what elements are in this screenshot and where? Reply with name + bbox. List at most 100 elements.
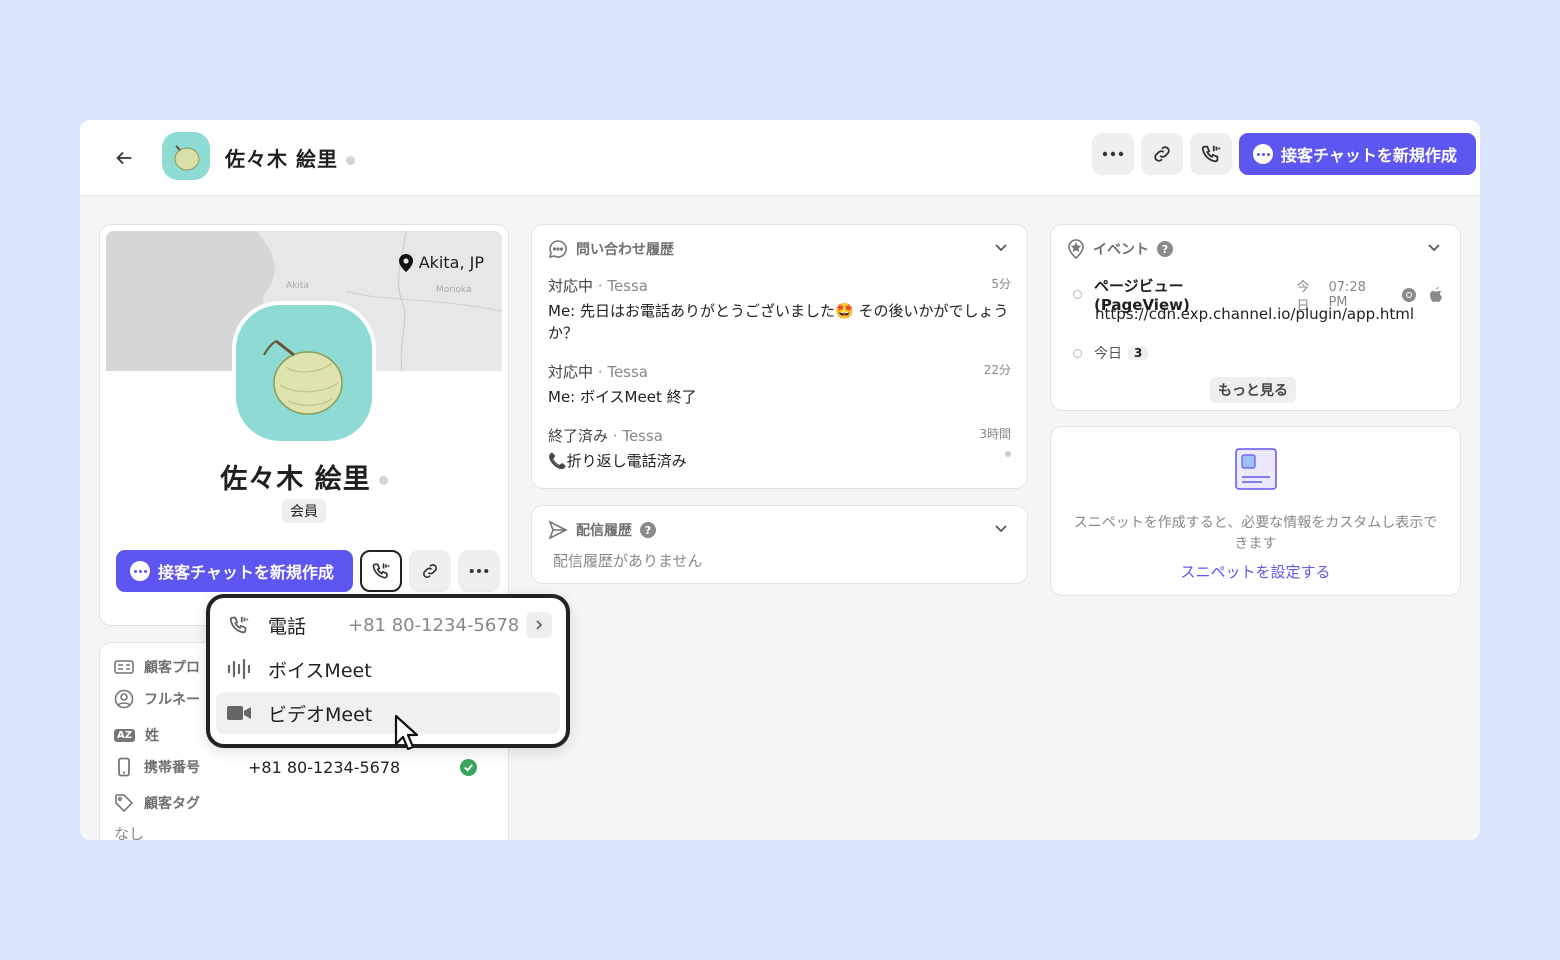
profile-call-button[interactable] bbox=[360, 550, 402, 592]
menu-item-label: ボイスMeet bbox=[268, 659, 372, 682]
attribute-row-mobile[interactable]: 携帯番号 +81 80-1234-5678 bbox=[114, 757, 494, 777]
chat-bubble-icon bbox=[548, 240, 567, 259]
timeline-dot bbox=[1073, 290, 1082, 299]
inquiry-assignee: · Tessa bbox=[597, 277, 648, 295]
attribute-label: 携帯番号 bbox=[144, 760, 200, 776]
attribute-row-tags[interactable]: 顧客タグ bbox=[114, 793, 200, 813]
inquiry-history-title: 問い合わせ履歴 bbox=[548, 239, 674, 259]
chat-icon bbox=[130, 561, 150, 581]
new-chat-label: 接客チャットを新規作成 bbox=[1281, 146, 1457, 165]
inquiry-status: 対応中 bbox=[548, 277, 594, 295]
delivery-history-title: 配信履歴 ? bbox=[548, 520, 656, 540]
id-card-icon bbox=[114, 660, 134, 674]
help-icon[interactable]: ? bbox=[1157, 241, 1173, 257]
profile-more-button[interactable] bbox=[458, 550, 500, 592]
inquiry-history-card: 問い合わせ履歴 対応中 · Tessa 5分 Me: 先日はお電話ありがとうござい… bbox=[531, 224, 1028, 489]
events-card: イベント ? ページビュー (PageView) 今日 07:28 PM htt… bbox=[1050, 224, 1461, 411]
profile-avatar[interactable] bbox=[232, 301, 376, 445]
location-pin-icon bbox=[398, 253, 413, 272]
inquiry-time: 5分 bbox=[991, 277, 1011, 291]
map-label-morioka: Morioka bbox=[436, 285, 472, 295]
attribute-label: 姓 bbox=[145, 728, 159, 744]
call-button[interactable] bbox=[1190, 133, 1232, 175]
chrome-icon bbox=[1402, 287, 1417, 302]
inquiry-history-title-text: 問い合わせ履歴 bbox=[576, 242, 674, 258]
more-horizontal-icon bbox=[469, 569, 489, 573]
event-group[interactable]: 今日 3 bbox=[1073, 343, 1149, 363]
back-button[interactable] bbox=[108, 142, 140, 174]
snippet-card: スニペットを作成すると、必要な情報をカスタムし表示できます スニペットを設定する bbox=[1050, 426, 1461, 596]
member-badge: 会員 bbox=[282, 499, 326, 523]
snippet-illustration-icon bbox=[1235, 448, 1277, 490]
mouse-cursor-icon bbox=[394, 714, 419, 751]
link-icon bbox=[1154, 146, 1170, 162]
phone-number: +81 80-1234-5678 bbox=[348, 614, 520, 636]
chevron-down-icon[interactable] bbox=[1426, 239, 1442, 255]
header: 佐々木 絵里 接客チャットを新規作成 bbox=[80, 120, 1480, 196]
chevron-down-icon[interactable] bbox=[993, 239, 1009, 255]
attribute-label: フルネー bbox=[144, 692, 200, 708]
inquiry-item[interactable]: 対応中 · Tessa 5分 Me: 先日はお電話ありがとうございました🤩 その後… bbox=[548, 275, 1011, 344]
menu-item-phone[interactable]: 電話 +81 80-1234-5678 bbox=[216, 604, 560, 646]
customer-name: 佐々木 絵里 bbox=[225, 143, 355, 172]
inquiry-assignee: · Tessa bbox=[597, 363, 648, 381]
profile-card: Akita Morioka Akita, JP 佐々木 絵里 会員 接客チャット… bbox=[99, 224, 509, 626]
unread-dot bbox=[1005, 451, 1011, 457]
mobile-icon bbox=[118, 757, 130, 777]
phone-icon bbox=[1201, 145, 1221, 163]
profile-name: 佐々木 絵里 bbox=[100, 457, 508, 496]
melon-icon bbox=[263, 339, 343, 415]
see-more-button[interactable]: もっと見る bbox=[1210, 377, 1296, 403]
tag-icon bbox=[115, 794, 134, 813]
inquiry-time: 22分 bbox=[983, 363, 1011, 377]
delivery-history-card: 配信履歴 ? 配信履歴がありません bbox=[531, 505, 1028, 584]
user-circle-icon bbox=[114, 689, 134, 709]
apple-icon bbox=[1430, 286, 1443, 302]
event-url[interactable]: https://cdn.exp.channel.io/plugin/app.ht… bbox=[1095, 305, 1414, 323]
more-horizontal-icon bbox=[1102, 151, 1124, 157]
attributes-section-label: 顧客プロ bbox=[144, 660, 200, 676]
arrow-left-icon bbox=[116, 151, 132, 165]
chevron-right-icon[interactable] bbox=[526, 612, 552, 638]
inquiry-item[interactable]: 終了済み · Tessa 3時間 📞折り返し電話済み bbox=[548, 425, 1011, 472]
inquiry-item[interactable]: 対応中 · Tessa 22分 Me: ボイスMeet 終了 bbox=[548, 361, 1011, 408]
event-count-badge: 3 bbox=[1128, 346, 1149, 360]
attribute-row-fullname[interactable]: フルネー bbox=[114, 689, 200, 709]
snippet-description: スニペットを作成すると、必要な情報をカスタムし表示できます bbox=[1073, 515, 1438, 552]
status-dot bbox=[345, 156, 355, 165]
inquiry-message: 📞折り返し電話済み bbox=[548, 452, 687, 470]
inquiry-status: 対応中 bbox=[548, 363, 594, 381]
attribute-row-lastname[interactable]: AZ 姓 bbox=[114, 725, 159, 745]
event-pin-icon bbox=[1068, 239, 1084, 259]
link-icon bbox=[423, 564, 437, 578]
status-dot bbox=[378, 476, 388, 485]
verified-check-icon bbox=[460, 758, 477, 776]
melon-icon bbox=[174, 145, 200, 171]
snippet-setup-link[interactable]: スニペットを設定する bbox=[1051, 561, 1460, 582]
inquiry-time: 3時間 bbox=[979, 427, 1011, 441]
voice-wave-icon bbox=[227, 658, 251, 680]
profile-new-chat-button[interactable]: 接客チャットを新規作成 bbox=[116, 550, 353, 592]
more-button[interactable] bbox=[1092, 133, 1134, 175]
menu-item-voice-meet[interactable]: ボイスMeet bbox=[216, 648, 560, 690]
chevron-down-icon[interactable] bbox=[993, 520, 1009, 536]
help-icon[interactable]: ? bbox=[640, 522, 656, 538]
menu-item-label: 電話 bbox=[268, 615, 307, 638]
location-label: Akita, JP bbox=[398, 253, 484, 272]
avatar[interactable] bbox=[162, 132, 210, 180]
profile-link-button[interactable] bbox=[409, 550, 451, 592]
new-chat-button[interactable]: 接客チャットを新規作成 bbox=[1239, 133, 1476, 175]
link-button[interactable] bbox=[1141, 133, 1183, 175]
menu-item-video-meet[interactable]: ビデオMeet bbox=[216, 692, 560, 734]
phone-icon bbox=[372, 563, 390, 579]
timeline-dot bbox=[1073, 348, 1082, 358]
inquiry-message: Me: 先日はお電話ありがとうございました🤩 その後いかがでしょうか？ bbox=[548, 302, 1009, 342]
inquiry-message: Me: ボイスMeet 終了 bbox=[548, 388, 697, 406]
call-options-menu: 電話 +81 80-1234-5678 ボイスMeet ビデオMeet bbox=[206, 594, 570, 748]
events-title-text: イベント bbox=[1093, 242, 1149, 258]
attributes-section-title: 顧客プロ bbox=[114, 657, 200, 677]
delivery-history-title-text: 配信履歴 bbox=[576, 523, 632, 539]
map-label-akita: Akita bbox=[286, 281, 309, 291]
event-group-label: 今日 bbox=[1094, 346, 1122, 362]
az-icon: AZ bbox=[114, 728, 135, 742]
